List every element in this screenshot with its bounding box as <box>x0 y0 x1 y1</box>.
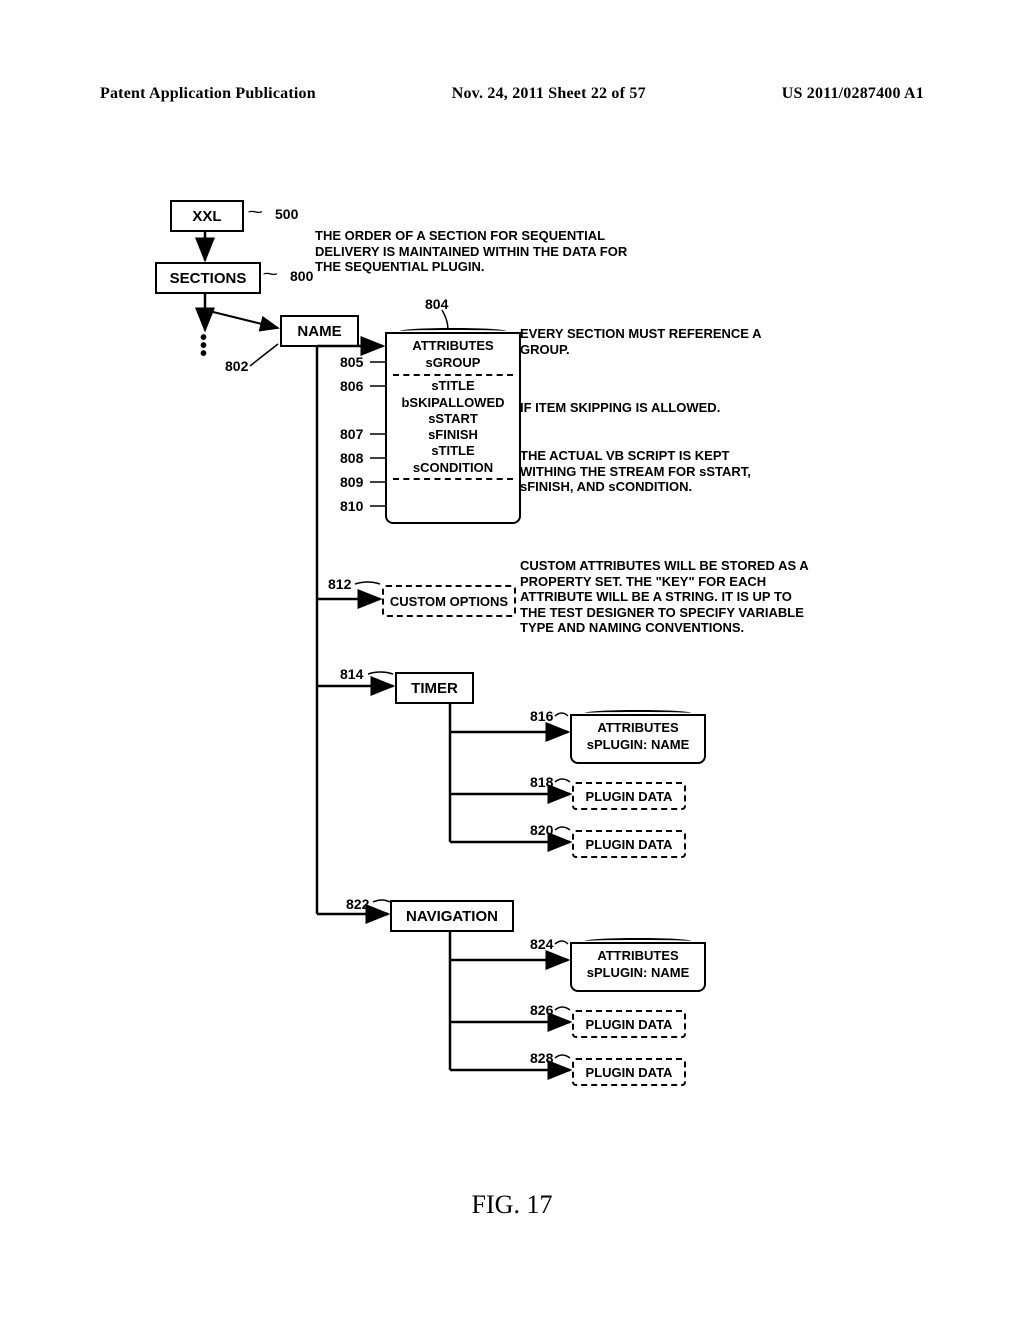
plugin-data-826: PLUGIN DATA <box>572 1010 686 1038</box>
attr-scond: sCONDITION <box>393 460 513 480</box>
ref-800: 800 <box>290 268 313 284</box>
ref-826: 826 <box>530 1002 553 1018</box>
ref-807: 807 <box>340 426 363 442</box>
box-name: NAME <box>280 315 359 347</box>
ref-814: 814 <box>340 666 363 682</box>
timer-splugin: sPLUGIN: NAME <box>578 737 698 753</box>
plugin-data-820: PLUGIN DATA <box>572 830 686 858</box>
header-left: Patent Application Publication <box>100 85 316 103</box>
ref-824: 824 <box>530 936 553 952</box>
plugin-data-828: PLUGIN DATA <box>572 1058 686 1086</box>
ref-812: 812 <box>328 576 351 592</box>
header-center: Nov. 24, 2011 Sheet 22 of 57 <box>452 85 646 103</box>
attributes-main: ATTRIBUTES sGROUP sTITLE bSKIPALLOWED sS… <box>385 332 521 524</box>
box-sections: SECTIONS <box>155 262 261 294</box>
ref-828: 828 <box>530 1050 553 1066</box>
box-xxl: XXL <box>170 200 244 232</box>
ref-808: 808 <box>340 450 363 466</box>
timer-attr-title: ATTRIBUTES <box>578 720 698 735</box>
attr-sfinish: sFINISH <box>393 427 513 443</box>
annot-vbscript: THE ACTUAL VB SCRIPT IS KEPT WITHING THE… <box>520 448 780 495</box>
annot-every-section: EVERY SECTION MUST REFERENCE A GROUP. <box>520 326 780 357</box>
ref-802: 802 <box>225 358 248 374</box>
header-right: US 2011/0287400 A1 <box>782 85 924 103</box>
box-navigation: NAVIGATION <box>390 900 514 932</box>
ref-500: 500 <box>275 206 298 222</box>
annot-custom-attrs: CUSTOM ATTRIBUTES WILL BE STORED AS A PR… <box>520 558 820 636</box>
attr-sgroup: sGROUP <box>393 355 513 371</box>
ref-816: 816 <box>530 708 553 724</box>
nav-attributes: ATTRIBUTES sPLUGIN: NAME <box>570 942 706 992</box>
ref-805: 805 <box>340 354 363 370</box>
connector-lines <box>100 180 920 1180</box>
lead-tilde-800: ~ <box>262 264 278 285</box>
ref-806: 806 <box>340 378 363 394</box>
ref-809: 809 <box>340 474 363 490</box>
attr-stitle: sTITLE <box>393 374 513 394</box>
ref-820: 820 <box>530 822 553 838</box>
attr-bskip: bSKIPALLOWED <box>393 395 513 411</box>
plugin-data-818: PLUGIN DATA <box>572 782 686 810</box>
figure-caption: FIG. 17 <box>0 1190 1024 1220</box>
ref-818: 818 <box>530 774 553 790</box>
annot-order: THE ORDER OF A SECTION FOR SEQUENTIAL DE… <box>315 228 635 275</box>
dots: ••• <box>200 334 207 358</box>
lead-tilde-500: ~ <box>247 202 263 223</box>
diagram: XXL ~ 500 SECTIONS ~ 800 ••• THE ORDER O… <box>100 180 920 1180</box>
attr-title: ATTRIBUTES <box>393 338 513 353</box>
box-timer: TIMER <box>395 672 474 704</box>
nav-attr-title: ATTRIBUTES <box>578 948 698 963</box>
ref-804: 804 <box>425 296 448 312</box>
attr-sstart: sSTART <box>393 411 513 427</box>
ref-810: 810 <box>340 498 363 514</box>
custom-options: CUSTOM OPTIONS <box>382 585 516 617</box>
ref-822: 822 <box>346 896 369 912</box>
annot-skip: IF ITEM SKIPPING IS ALLOWED. <box>520 400 780 416</box>
nav-splugin: sPLUGIN: NAME <box>578 965 698 981</box>
attr-stitle2: sTITLE <box>393 443 513 459</box>
timer-attributes: ATTRIBUTES sPLUGIN: NAME <box>570 714 706 764</box>
